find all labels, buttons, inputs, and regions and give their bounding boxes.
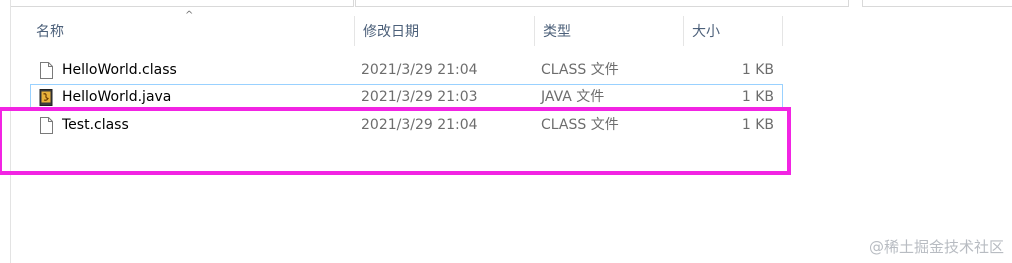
column-header-row: ^ 名称 修改日期 类型 大小: [11, 10, 1012, 46]
highlight-annotation-box: [0, 107, 791, 175]
file-date: 2021/3/29 21:04: [361, 62, 478, 78]
column-header-size-label: 大小: [692, 24, 720, 40]
column-header-size[interactable]: 大小: [684, 16, 783, 46]
column-header-name-label: 名称: [36, 24, 64, 40]
column-header-type-label: 类型: [543, 24, 571, 40]
file-size: 1 KB: [741, 62, 774, 78]
column-header-type[interactable]: 类型: [535, 16, 684, 46]
column-header-name[interactable]: 名称: [28, 16, 355, 46]
file-row[interactable]: HelloWorld.class 2021/3/29 21:04 CLASS 文…: [31, 58, 782, 83]
search-box-edge: [862, 0, 1012, 7]
column-header-date-label: 修改日期: [363, 24, 419, 40]
address-bar-edge: [355, 0, 849, 7]
watermark-text: @稀土掘金技术社区: [868, 238, 1004, 256]
address-bar-edge: [0, 0, 354, 7]
java-file-icon: [39, 89, 53, 106]
top-toolbar-strip: [0, 0, 1012, 7]
column-header-date[interactable]: 修改日期: [355, 16, 535, 46]
class-file-icon: [40, 62, 53, 79]
file-type: CLASS 文件: [541, 62, 619, 78]
file-name: HelloWorld.class: [62, 62, 177, 78]
